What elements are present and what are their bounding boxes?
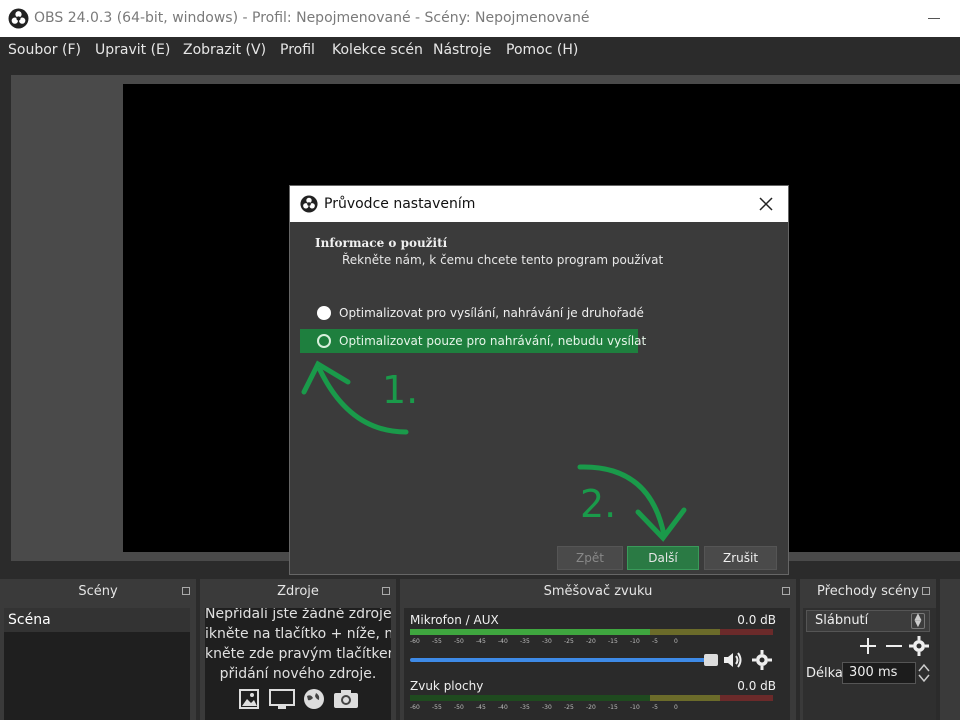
meter-scale: -60 -55 -50 -45 -40 -35 -30 -25 -20 -15 …	[410, 704, 678, 711]
track-db: 0.0 dB	[737, 679, 776, 693]
volume-slider[interactable]	[410, 654, 718, 666]
duration-spin-icon[interactable]	[916, 661, 932, 685]
transition-select-value: Slábnutí	[815, 613, 869, 628]
display-capture-icon	[269, 688, 295, 710]
camera-icon	[333, 688, 359, 710]
cancel-button[interactable]: Zrušit	[704, 546, 777, 570]
back-button[interactable]: Zpět	[557, 546, 623, 570]
radio-button[interactable]	[317, 334, 331, 348]
dock-float-icon[interactable]	[382, 587, 390, 595]
spin-arrows-icon: ▲ ▼	[911, 613, 925, 629]
dialog-title: Průvodce nastavením	[324, 196, 476, 212]
track-name: Mikrofon / AUX	[410, 613, 499, 627]
dialog-titlebar: Průvodce nastavením	[290, 186, 788, 222]
transition-select[interactable]: Slábnutí ▲ ▼	[806, 610, 930, 632]
dock-float-icon[interactable]	[922, 587, 930, 595]
scenes-dock-title: Scény	[0, 579, 196, 605]
sources-empty-line: kněte zde pravým tlačítkem, p	[205, 646, 391, 662]
obs-logo-icon	[300, 195, 318, 213]
add-transition-button[interactable]	[858, 636, 878, 656]
browser-globe-icon	[301, 688, 327, 710]
menu-help[interactable]: Pomoc (H)	[506, 42, 578, 58]
dock-float-icon[interactable]	[182, 587, 190, 595]
mixer-dock-title: Směšovač zvuku	[400, 579, 796, 605]
sources-empty-message: Nepřidali jste žádné zdroje. ikněte na t…	[205, 608, 391, 684]
menu-edit[interactable]: Upravit (E)	[95, 42, 170, 58]
controls-dock-title	[940, 579, 960, 605]
volume-slider-handle[interactable]	[704, 654, 718, 666]
option-recording-only[interactable]: Optimalizovat pouze pro nahrávání, nebud…	[300, 329, 646, 353]
sources-empty-line: přidání nového zdroje.	[219, 666, 377, 682]
controls-dock	[940, 605, 960, 720]
source-type-icons	[237, 688, 359, 710]
duration-input[interactable]: 300 ms	[842, 662, 916, 684]
sources-empty-line: Nepřidali jste žádné zdroje.	[205, 608, 391, 622]
next-button[interactable]: Další	[627, 546, 699, 570]
scenes-dock-label: Scény	[78, 584, 118, 599]
transition-gear-icon[interactable]	[909, 636, 929, 656]
menu-tools[interactable]: Nástroje	[433, 42, 491, 58]
meter-scale: -60 -55 -50 -45 -40 -35 -30 -25 -20 -15 …	[410, 638, 678, 645]
menu-bar: Soubor (F) Upravit (E) Zobrazit (V) Prof…	[0, 37, 960, 65]
remove-transition-button[interactable]	[884, 636, 904, 656]
transitions-dock-title: Přechody scény	[800, 579, 936, 605]
option-label: Optimalizovat pouze pro nahrávání, nebud…	[339, 334, 647, 348]
obs-logo-icon	[8, 8, 29, 29]
duration-value: 300 ms	[849, 665, 898, 680]
scene-list-item[interactable]: Scéna	[4, 608, 190, 632]
transitions-dock-label: Přechody scény	[817, 584, 919, 599]
step2-label: 2.	[580, 482, 617, 526]
dock-float-icon[interactable]	[782, 587, 790, 595]
volume-meter	[410, 629, 773, 635]
sources-dock-title: Zdroje	[200, 579, 396, 605]
option-label: Optimalizovat pro vysílání, nahrávání je…	[339, 306, 644, 320]
duration-label: Délka	[806, 666, 843, 681]
usage-info-subheading: Řekněte nám, k čemu chcete tento program…	[342, 253, 664, 267]
volume-meter	[410, 695, 773, 701]
window-titlebar: OBS 24.0.3 (64-bit, windows) - Profil: N…	[0, 0, 960, 37]
step1-label: 1.	[382, 368, 419, 412]
track-name: Zvuk plochy	[410, 679, 484, 693]
mixer-dock-label: Směšovač zvuku	[543, 584, 653, 599]
sources-list[interactable]: Nepřidali jste žádné zdroje. ikněte na t…	[205, 608, 391, 720]
setup-wizard-dialog: Průvodce nastavením Informace o použití …	[289, 185, 789, 575]
window-title: OBS 24.0.3 (64-bit, windows) - Profil: N…	[34, 10, 590, 26]
track-db: 0.0 dB	[737, 613, 776, 627]
minimize-button[interactable]	[922, 6, 946, 30]
close-icon[interactable]	[756, 194, 776, 214]
radio-button[interactable]	[317, 306, 331, 320]
menu-view[interactable]: Zobrazit (V)	[183, 42, 266, 58]
option-streaming[interactable]: Optimalizovat pro vysílání, nahrávání je…	[300, 301, 644, 325]
menu-scene-collection[interactable]: Kolekce scén	[332, 42, 423, 58]
speaker-icon[interactable]	[722, 650, 744, 670]
image-icon	[237, 688, 263, 710]
sources-empty-line: ikněte na tlačítko + níže, neb	[205, 626, 391, 642]
menu-file[interactable]: Soubor (F)	[8, 42, 81, 58]
menu-profile[interactable]: Profil	[280, 42, 315, 58]
sources-dock-label: Zdroje	[277, 584, 319, 599]
gear-icon[interactable]	[752, 650, 772, 670]
usage-info-heading: Informace o použití	[315, 236, 448, 250]
